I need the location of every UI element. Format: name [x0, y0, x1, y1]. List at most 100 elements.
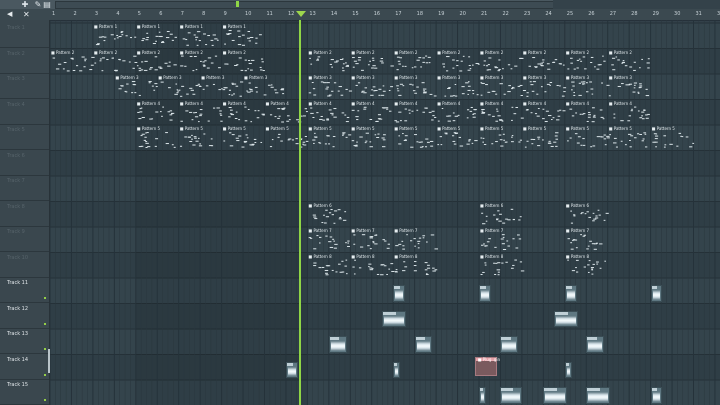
bar-number[interactable]: 1	[52, 9, 55, 20]
pattern-clip-label[interactable]: ■ Pattern 5	[652, 126, 675, 131]
pattern-clip-label[interactable]: ■ Pattern 5	[266, 126, 289, 131]
bar-number[interactable]: 30	[674, 9, 680, 20]
track-header[interactable]: Track 6	[0, 151, 49, 176]
playhead-marker-icon[interactable]	[296, 11, 306, 17]
clip-header[interactable]	[480, 388, 484, 391]
pattern-clip-label[interactable]: ■ Pattern 4	[351, 101, 374, 106]
pattern-clip-label[interactable]: ■ Pattern 3	[351, 75, 374, 80]
bar-number[interactable]: 13	[309, 9, 315, 20]
pattern-clip-label[interactable]: ■ Pattern 3	[158, 75, 181, 80]
scroll-position-marker[interactable]	[236, 1, 239, 7]
clip-header[interactable]	[651, 388, 658, 391]
pattern-clip-label[interactable]: ■ Pattern 4	[609, 101, 632, 106]
pattern-clip-label[interactable]: ■ Pattern 8	[351, 254, 374, 259]
pattern-clip-label[interactable]: ■ Pattern 6	[308, 203, 331, 208]
clip-header[interactable]	[555, 311, 569, 315]
pattern-clip-label[interactable]: ■ Pattern 1	[223, 24, 246, 29]
track-header[interactable]: Track 8	[0, 202, 49, 227]
pattern-clip-label[interactable]: ■ Pattern 3	[308, 75, 331, 80]
pattern-clip-label[interactable]: ■ Pattern 7	[566, 228, 589, 233]
bar-number[interactable]: 6	[159, 9, 162, 20]
bar-number[interactable]: 8	[202, 9, 205, 20]
pattern-clip-label[interactable]: ■ Pattern 3	[437, 75, 460, 80]
bar-number[interactable]: 26	[588, 9, 594, 20]
clip-header[interactable]	[565, 362, 569, 366]
pattern-clip-label[interactable]: ■ Pattern 4	[137, 101, 160, 106]
bar-number[interactable]: 12	[288, 9, 294, 20]
pattern-clip-label[interactable]: ■ Pattern 6	[566, 203, 589, 208]
audio-clip[interactable]	[650, 285, 663, 302]
bar-number[interactable]: 22	[502, 9, 508, 20]
audio-clip[interactable]	[586, 336, 604, 353]
pattern-clip-label[interactable]: ■ Pattern 2	[523, 50, 546, 55]
playhead-line[interactable]	[299, 20, 301, 405]
track-header[interactable]: Track 9	[0, 227, 49, 252]
track-header[interactable]: Track 13	[0, 329, 49, 354]
pattern-clip-label[interactable]: ■ Pattern 3	[523, 75, 546, 80]
track-header[interactable]: Track 3	[0, 74, 49, 99]
bar-number[interactable]: 31	[696, 9, 702, 20]
track-header[interactable]: Track 11	[0, 278, 49, 303]
pattern-clip-label[interactable]: ■ Pattern 2	[137, 50, 160, 55]
clip-header[interactable]	[587, 337, 597, 340]
close-icon[interactable]: ✕	[23, 9, 30, 20]
bar-number[interactable]: 5	[138, 9, 141, 20]
pattern-clip-label[interactable]: ■ Pattern 3	[566, 75, 589, 80]
bar-number[interactable]: 27	[610, 9, 616, 20]
pattern-clip-label[interactable]: ■ Pattern 5	[394, 126, 417, 131]
pattern-clip-label[interactable]: ■ Pattern 2	[308, 50, 331, 55]
audio-clip[interactable]	[650, 387, 663, 404]
audio-clip[interactable]	[479, 285, 491, 302]
audio-clip[interactable]	[479, 387, 487, 404]
pattern-clip-label[interactable]: ■ Pattern 2	[480, 50, 503, 55]
bar-number[interactable]: 2	[73, 9, 76, 20]
pattern-clip-label[interactable]: ■ Pattern 4	[394, 101, 417, 106]
pattern-clip-label[interactable]: ■ Pattern 8	[394, 254, 417, 259]
select-tool-icon[interactable]: ✚	[20, 0, 30, 9]
collapse-icon[interactable]: ◀	[7, 9, 12, 20]
audio-clip[interactable]	[564, 285, 577, 302]
pattern-clip-label[interactable]: ■ Pattern 2	[437, 50, 460, 55]
bar-number[interactable]: 25	[567, 9, 573, 20]
bar-number[interactable]: 10	[245, 9, 251, 20]
plugin-clip[interactable]: ■ Plug..gin	[474, 356, 500, 376]
pattern-clip-label[interactable]: ■ Pattern 7	[480, 228, 503, 233]
horizontal-scrollbar[interactable]	[55, 1, 555, 9]
clip-header[interactable]	[394, 286, 401, 289]
clip-header[interactable]	[501, 388, 513, 391]
pattern-clip-label[interactable]: ■ Pattern 5	[566, 126, 589, 131]
pattern-clip-label[interactable]: ■ Pattern 4	[266, 101, 289, 106]
track-header[interactable]: Track 1	[0, 23, 49, 48]
track-header[interactable]: Track 12	[0, 304, 49, 329]
pattern-clip-label[interactable]: ■ Pattern 2	[51, 50, 74, 55]
bar-number[interactable]: 4	[116, 9, 119, 20]
pattern-clip-label[interactable]: ■ Pattern 4	[180, 101, 203, 106]
pattern-clip-label[interactable]: ■ Pattern 1	[137, 24, 160, 29]
pattern-clip-label[interactable]: ■ Pattern 4	[566, 101, 589, 106]
playlist-grid[interactable]: ■ Pattern 1 ■ Pattern 1 ■ Pattern 1 ■ Patte…	[50, 20, 720, 405]
clip-header[interactable]	[544, 388, 558, 391]
clip-header[interactable]	[394, 362, 398, 366]
pattern-clip-label[interactable]: ■ Pattern 1	[180, 24, 203, 29]
bar-number[interactable]: 18	[417, 9, 423, 20]
pattern-clip-label[interactable]: ■ Pattern 4	[223, 101, 246, 106]
audio-clip[interactable]	[414, 336, 433, 353]
bar-number[interactable]: 20	[460, 9, 466, 20]
track-header[interactable]: Track 4	[0, 100, 49, 125]
clip-header[interactable]	[329, 337, 340, 340]
pattern-clip-label[interactable]: ■ Pattern 2	[351, 50, 374, 55]
audio-clip[interactable]	[393, 285, 405, 302]
clip-header[interactable]	[565, 286, 572, 289]
bar-number[interactable]: 29	[653, 9, 659, 20]
bar-number[interactable]: 14	[331, 9, 337, 20]
pattern-clip-label[interactable]: ■ Pattern 2	[609, 50, 632, 55]
clip-header[interactable]	[501, 337, 511, 340]
pattern-clip-label[interactable]: ■ Pattern 5	[180, 126, 203, 131]
snap-icon[interactable]: ▤	[42, 0, 52, 9]
audio-clip[interactable]	[554, 310, 578, 327]
clip-header[interactable]	[415, 337, 426, 340]
track-header[interactable]: Track 15	[0, 380, 49, 405]
pattern-clip-label[interactable]: ■ Pattern 3	[115, 75, 138, 80]
pattern-clip-label[interactable]: ■ Pattern 5	[223, 126, 246, 131]
clip-header[interactable]	[480, 286, 486, 289]
